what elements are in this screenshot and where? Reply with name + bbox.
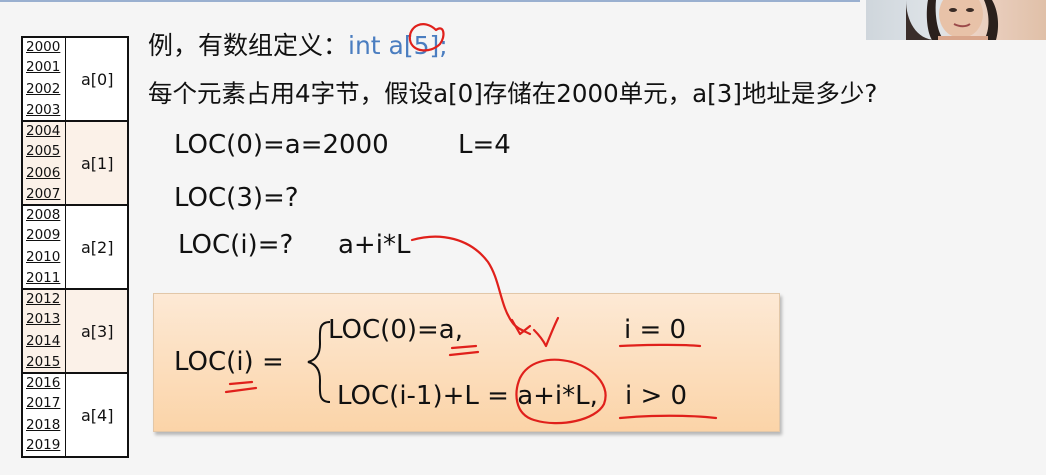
webcam-overlay bbox=[866, 0, 1046, 40]
underline-annotation bbox=[224, 386, 258, 394]
circle-annotation bbox=[408, 23, 445, 52]
underline-annotation bbox=[618, 343, 702, 348]
pen-annotations bbox=[224, 23, 718, 425]
underline-annotation bbox=[228, 380, 254, 386]
underline-annotation bbox=[450, 344, 478, 350]
underline-annotation bbox=[618, 414, 718, 420]
circle-annotation bbox=[515, 358, 607, 425]
underline-annotation bbox=[448, 350, 480, 357]
presenter-video-icon bbox=[906, 0, 999, 40]
check-annotation bbox=[532, 316, 560, 348]
